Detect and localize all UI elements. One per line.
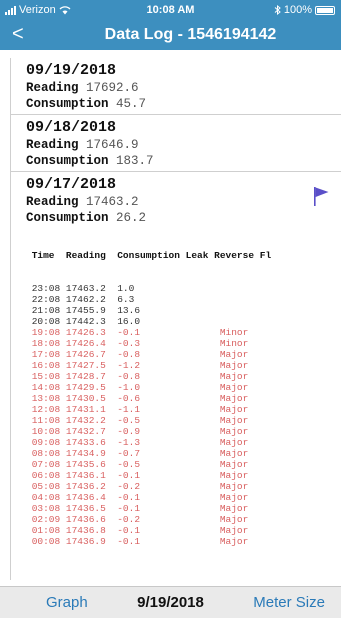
table-row: 03:08 17436.5 -0.1 Major (26, 503, 249, 514)
data-log-list[interactable]: 09/19/2018 Reading 17692.6 Consumption 4… (10, 58, 341, 580)
reading-value: 17463.2 (86, 195, 139, 209)
entry-date: 09/19/2018 (26, 62, 117, 79)
entry-reading: Reading 17463.2 (26, 194, 341, 210)
table-row: 04:08 17436.4 -0.1 Major (26, 492, 249, 503)
table-row: 09:08 17433.6 -1.3 Major (26, 437, 249, 448)
table-row: 07:08 17435.6 -0.5 Major (26, 459, 249, 470)
log-entry[interactable]: 09/19/2018 Reading 17692.6 Consumption 4… (11, 58, 341, 115)
table-row: 11:08 17432.2 -0.5 Major (26, 415, 249, 426)
table-row: 20:08 17442.3 16.0 (26, 316, 141, 327)
table-row: 10:08 17432.7 -0.9 Major (26, 426, 249, 437)
table-row: 00:08 17436.9 -0.1 Major (26, 536, 249, 547)
table-row: 16:08 17427.5 -1.2 Major (26, 360, 249, 371)
consumption-label: Consumption (26, 154, 109, 168)
consumption-value: 45.7 (116, 97, 147, 111)
table-row: 22:08 17462.2 6.3 (26, 294, 135, 305)
page-title: Data Log - 1546194142 (104, 26, 277, 43)
consumption-value: 183.7 (116, 154, 154, 168)
reading-label: Reading (26, 195, 79, 209)
entry-consumption: Consumption 183.7 (26, 153, 341, 169)
table-row: 17:08 17426.7 -0.8 Major (26, 349, 249, 360)
table-row: 23:08 17463.2 1.0 (26, 283, 135, 294)
table-row: 18:08 17426.4 -0.3 Minor (26, 338, 249, 349)
table-row: 06:08 17436.1 -0.1 Major (26, 470, 249, 481)
reading-value: 17692.6 (86, 81, 139, 95)
back-button[interactable]: < (12, 23, 24, 45)
log-entry-expanded[interactable]: 09/17/2018 Reading 17463.2 Consumption 2… (11, 172, 341, 228)
entry-consumption: Consumption 45.7 (26, 96, 341, 112)
entry-consumption: Consumption 26.2 (26, 210, 341, 226)
battery-icon (315, 5, 335, 15)
consumption-label: Consumption (26, 97, 109, 111)
hourly-log-table: Time Reading Consumption Leak Reverse Fl… (26, 228, 341, 569)
table-row: 12:08 17431.1 -1.1 Major (26, 404, 249, 415)
entry-date: 09/17/2018 (26, 176, 117, 193)
consumption-label: Consumption (26, 211, 109, 225)
log-table-header: Time Reading Consumption Leak Reverse Fl (26, 250, 272, 261)
reading-label: Reading (26, 138, 79, 152)
entry-date: 09/18/2018 (26, 119, 117, 136)
meter-size-button[interactable]: Meter Size (253, 594, 325, 611)
entry-reading: Reading 17646.9 (26, 137, 341, 153)
status-bar: Verizon 10:08 AM 100% (0, 0, 341, 20)
table-row: 15:08 17428.7 -0.8 Major (26, 371, 249, 382)
consumption-value: 26.2 (116, 211, 147, 225)
table-row: 13:08 17430.5 -0.6 Major (26, 393, 249, 404)
reading-label: Reading (26, 81, 79, 95)
table-row: 14:08 17429.5 -1.0 Major (26, 382, 249, 393)
nav-bar: < Data Log - 1546194142 (0, 20, 341, 50)
flag-icon[interactable] (313, 186, 329, 206)
log-table-body: 23:08 17463.2 1.0 22:08 17462.2 6.3 21:0… (26, 283, 341, 547)
table-row: 19:08 17426.3 -0.1 Minor (26, 327, 249, 338)
bluetooth-icon (274, 5, 281, 15)
table-row: 08:08 17434.9 -0.7 Major (26, 448, 249, 459)
log-entry[interactable]: 09/18/2018 Reading 17646.9 Consumption 1… (11, 115, 341, 172)
reading-value: 17646.9 (86, 138, 139, 152)
status-right-group: 100% (274, 4, 335, 16)
table-row: 05:08 17436.2 -0.2 Major (26, 481, 249, 492)
bottom-toolbar: Graph 9/19/2018 Meter Size (0, 586, 341, 618)
battery-percent: 100% (283, 4, 312, 16)
table-row: 02:09 17436.6 -0.2 Major (26, 514, 249, 525)
table-row: 01:08 17436.8 -0.1 Major (26, 525, 249, 536)
table-row: 21:08 17455.9 13.6 (26, 305, 141, 316)
entry-reading: Reading 17692.6 (26, 80, 341, 96)
